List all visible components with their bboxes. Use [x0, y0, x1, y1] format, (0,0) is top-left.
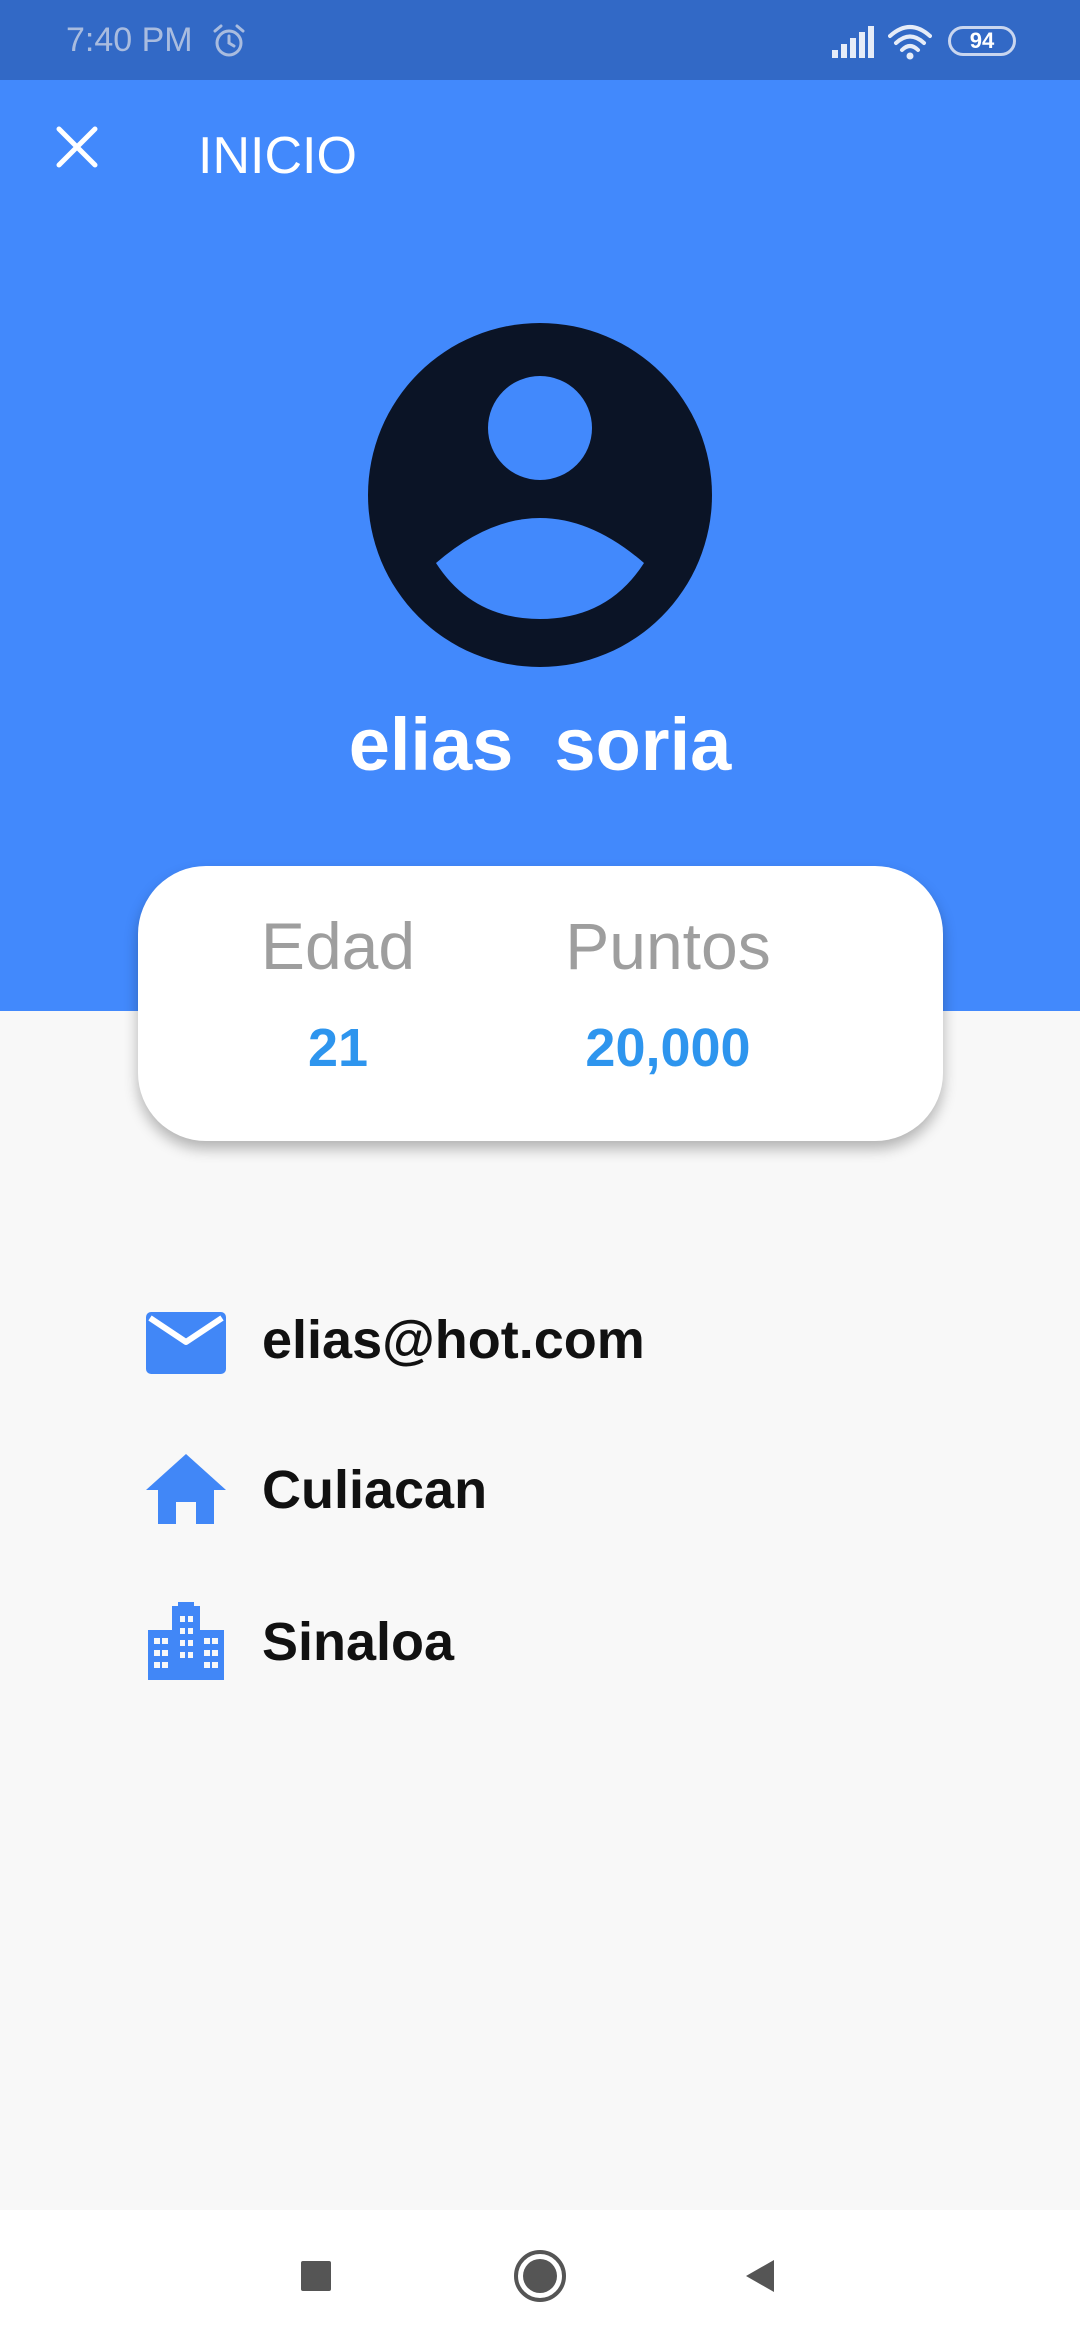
square-recents-icon	[301, 2261, 331, 2291]
recents-button[interactable]	[276, 2236, 356, 2316]
status-time: 7:40 PM	[66, 21, 193, 59]
state-row: Sinaloa	[138, 1592, 938, 1692]
system-nav-bar	[0, 2210, 1080, 2340]
circle-home-icon	[514, 2250, 566, 2302]
home-icon	[146, 1454, 226, 1524]
stats-card: Edad 21 Puntos 20,000	[138, 866, 943, 1141]
city-row: Culiacan	[138, 1440, 938, 1540]
points-label: Puntos	[565, 909, 771, 983]
alarm-icon	[213, 24, 245, 57]
back-button[interactable]	[720, 2236, 800, 2316]
email-icon	[146, 1312, 226, 1374]
close-button[interactable]	[40, 110, 114, 184]
email-text: elias@hot.com	[262, 1310, 645, 1370]
email-row: elias@hot.com	[138, 1290, 938, 1390]
user-name: elias soria	[348, 703, 732, 786]
profile-screen: 7:40 PM 94 INICIO elias soria Edad 21 Pu…	[0, 0, 1080, 2340]
city-buildings-icon	[148, 1602, 224, 1680]
signal-icon	[832, 26, 874, 58]
triangle-back-icon	[746, 2260, 774, 2292]
account-circle-icon	[368, 323, 712, 667]
status-bar: 7:40 PM 94	[0, 0, 1080, 80]
state-text: Sinaloa	[262, 1612, 455, 1672]
close-icon	[56, 126, 98, 168]
wifi-icon	[888, 25, 932, 60]
points-stat: Puntos 20,000	[468, 866, 868, 1141]
points-value: 20,000	[585, 1018, 751, 1078]
home-button[interactable]	[500, 2236, 580, 2316]
battery-indicator: 94	[948, 26, 1016, 56]
page-title: INICIO	[198, 127, 357, 185]
city-text: Culiacan	[262, 1460, 488, 1520]
